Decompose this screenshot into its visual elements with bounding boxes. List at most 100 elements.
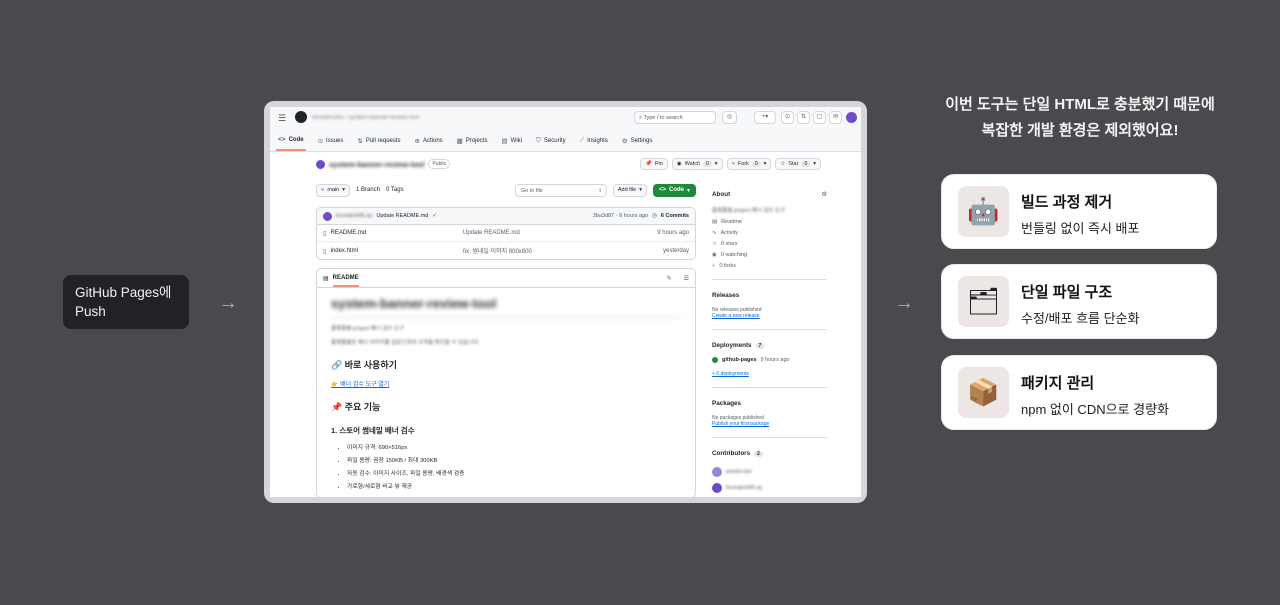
pin-button[interactable]: 📌 Pin [640, 158, 668, 170]
watch-label: Watch [684, 161, 701, 167]
tags-link[interactable]: 0 Tags [386, 187, 404, 193]
eye-icon: ◉ [712, 252, 717, 258]
contributors-heading[interactable]: Contributors [712, 450, 750, 457]
branches-link[interactable]: 1 Branch [356, 187, 380, 193]
code-icon: <> [278, 136, 286, 143]
more-deployments-link[interactable]: + 6 deployments [712, 371, 827, 377]
file-name[interactable]: README.md [331, 230, 367, 236]
gear-icon[interactable]: ⚙ [821, 191, 827, 198]
search-placeholder: Type / to search [643, 115, 683, 121]
readme-header: ▤ README ✎ ☰ [317, 269, 695, 288]
tab-pull-requests[interactable]: ⇅ Pull requests [355, 132, 402, 151]
repo-main: ⑂ main ▾ 1 Branch 0 Tags Go to file t Add f… [316, 183, 696, 497]
table-row[interactable]: ▯ README.md Update README.md 9 hours ago [317, 225, 695, 242]
commit-avatar[interactable] [323, 211, 332, 221]
outline-icon[interactable]: ☰ [684, 275, 689, 282]
search-input[interactable]: ⌕ Type / to search [634, 111, 716, 124]
contributor-item[interactable]: bcrealm345-ay [712, 483, 827, 493]
tab-label: Projects [465, 137, 488, 144]
left-label-line1: GitHub Pages에 [75, 285, 172, 300]
pull-requests-icon[interactable]: ⇅ [797, 111, 810, 124]
readme-link[interactable]: ▤ Readme [712, 219, 827, 225]
sidebar-link-label: Activity [720, 230, 739, 236]
file-name[interactable]: index.html [331, 248, 358, 254]
package-icon: 📦 [958, 367, 1009, 418]
watch-button[interactable]: ◉ Watch 0 ▾ [671, 158, 723, 170]
stars-link[interactable]: ☆ 0 stars [712, 241, 827, 247]
book-icon: ▤ [323, 275, 329, 282]
watching-link[interactable]: ◉ 0 watching [712, 252, 827, 258]
fork-icon: ⑂ [731, 161, 735, 167]
table-row[interactable]: ▯ index.html fix: 썸네일 이미지 800x800 yesterd… [317, 242, 695, 259]
card-subtitle: npm 없이 CDN으로 경량화 [1021, 402, 1170, 417]
star-icon: ☆ [712, 241, 717, 247]
code-button[interactable]: <> Code ▾ [652, 183, 696, 197]
star-icon: ☆ [780, 161, 786, 167]
list-item: 이미지 규격: 690×516px [347, 442, 681, 451]
tab-label: Security [543, 137, 566, 144]
arrow-right-icon: → [894, 292, 914, 314]
tab-issues[interactable]: ⊙ Issues [316, 132, 346, 151]
contributor-name: pixelm-bot [726, 469, 752, 475]
create-new-icon[interactable]: +▾ [754, 111, 776, 124]
menu-icon[interactable]: ☰ [278, 113, 286, 124]
issues-icon[interactable]: ⊙ [781, 111, 794, 124]
readme-tab[interactable]: README [332, 270, 359, 287]
contributor-item[interactable]: pixelm-bot [712, 467, 827, 477]
github-logo-icon[interactable] [295, 111, 307, 123]
right-heading-line2: 복잡한 개발 환경은 제외했어요! [981, 122, 1179, 139]
repo-breadcrumb[interactable]: bcrealm345 / system-banner-review-tool [312, 115, 419, 121]
fork-button[interactable]: ⑂ Fork 0 ▾ [726, 158, 772, 170]
card-subtitle: 수정/배포 흐름 단순화 [1021, 311, 1140, 326]
branch-icon: ⑂ [321, 187, 325, 193]
star-button[interactable]: ☆ Star 0 ▾ [775, 158, 821, 170]
publish-package-link[interactable]: Publish your first package [712, 421, 827, 427]
activity-link[interactable]: ∿ Activity [712, 230, 827, 236]
history-icon: ◷ [652, 213, 657, 219]
file-updated: yesterday [662, 247, 689, 254]
tab-label: Pull requests [365, 137, 401, 144]
tab-insights[interactable]: ⟋ Insights [578, 132, 610, 151]
file-commit-message[interactable]: Update README.md [463, 230, 629, 236]
tab-security[interactable]: ⛉ Security [534, 132, 568, 151]
go-to-file-input[interactable]: Go to file t [514, 183, 607, 197]
eye-icon: ◉ [676, 161, 682, 167]
commits-link[interactable]: 6 Commits [661, 213, 689, 219]
open-tool-link[interactable]: 👉 배너 검수 도구 열기 [331, 379, 681, 388]
contributor-avatar [712, 467, 722, 477]
deployment-time: 9 hours ago [760, 357, 790, 363]
graph-icon: ⟋ [579, 136, 585, 144]
commit-message[interactable]: Update README.md [376, 213, 428, 219]
notifications-icon[interactable]: ▢ [813, 111, 826, 124]
gear-icon: ⚙ [621, 137, 628, 145]
tab-settings[interactable]: ⚙ Settings [620, 132, 655, 151]
feature-card-single-file: 🗂 단일 파일 구조 수정/배포 흐름 단순화 [941, 264, 1217, 339]
packages-heading[interactable]: Packages [712, 400, 827, 407]
create-release-link[interactable]: Create a new release [712, 313, 827, 319]
file-commit-message[interactable]: fix: 썸네일 이미지 800x800 [463, 246, 629, 255]
readme-panel: ▤ README ✎ ☰ system-banner-review-tool 플… [316, 268, 696, 497]
tab-wiki[interactable]: ▤ Wiki [500, 132, 525, 151]
branch-select[interactable]: ⑂ main ▾ [316, 183, 350, 197]
deployments-heading[interactable]: Deployments [712, 342, 752, 349]
forks-link[interactable]: ⑂ 0 forks [712, 263, 827, 269]
book-icon: ▤ [712, 219, 718, 225]
tab-code[interactable]: <> Code [276, 132, 306, 151]
owner-avatar[interactable] [316, 159, 325, 169]
releases-heading[interactable]: Releases [712, 292, 827, 299]
repo-name[interactable]: system-banner-review-tool [329, 160, 424, 169]
commit-user[interactable]: bcrealm345-ay [336, 213, 372, 219]
add-file-button[interactable]: Add file ▾ [612, 183, 647, 197]
tab-actions[interactable]: ⊕ Actions [413, 132, 445, 151]
sidebar-link-label: 0 watching [720, 252, 748, 258]
user-avatar[interactable] [846, 112, 857, 123]
tab-projects[interactable]: ▦ Projects [455, 132, 490, 151]
inbox-icon[interactable]: ✉ [829, 111, 842, 124]
contributor-avatar [712, 483, 722, 493]
edit-icon[interactable]: ✎ [667, 275, 672, 282]
github-header: ☰ bcrealm345 / system-banner-review-tool… [270, 107, 861, 152]
copilot-icon[interactable]: ◎ [722, 111, 737, 124]
deployment-item[interactable]: github-pages 9 hours ago [712, 357, 827, 363]
contributors-count: 2 [754, 450, 763, 457]
left-label-line2: Push [75, 304, 106, 319]
